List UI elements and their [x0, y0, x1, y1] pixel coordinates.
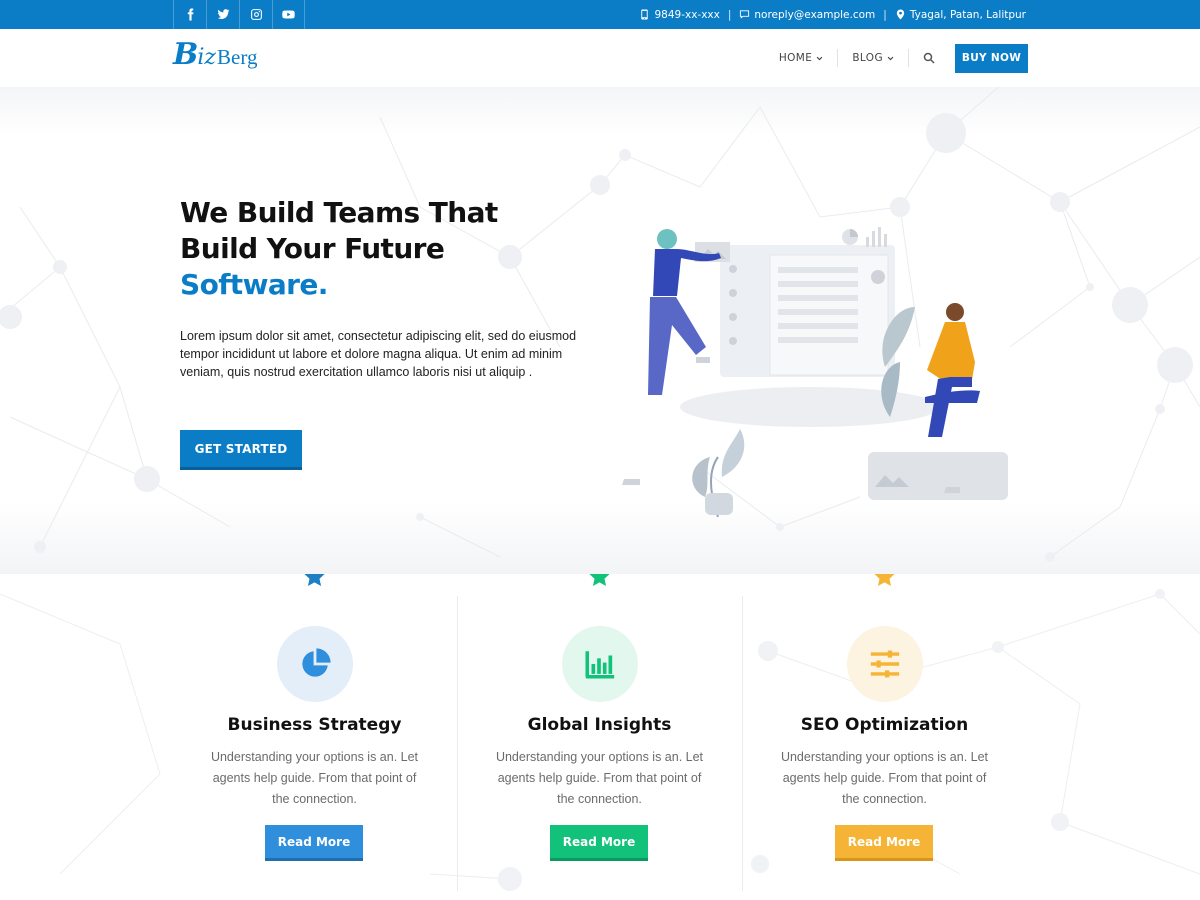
feature-icon-circle	[847, 626, 923, 702]
logo-script: iz	[197, 45, 216, 70]
chevron-down-icon	[887, 56, 894, 60]
location-text: Tyagal, Patan, Lalitpur	[909, 8, 1026, 21]
feature-icon-circle	[277, 626, 353, 702]
separator: |	[727, 8, 732, 21]
bar-chart-icon	[585, 651, 615, 679]
main-navigation: HOME BLOG BUY NOW	[765, 43, 1028, 73]
hero-title-line: We Build Teams That	[180, 196, 498, 229]
feature-title: SEO Optimization	[800, 715, 969, 735]
hero-heading: We Build Teams That Build Your Future So…	[180, 195, 580, 303]
map-pin-icon	[896, 9, 904, 20]
nav-blog-label: BLOG	[852, 52, 883, 64]
chevron-down-icon	[816, 56, 823, 60]
sliders-icon	[870, 650, 900, 678]
nav-item-home[interactable]: HOME	[765, 48, 837, 68]
hero-title-accent: Software.	[180, 268, 328, 301]
social-links	[173, 0, 305, 29]
buy-now-button[interactable]: BUY NOW	[955, 43, 1028, 73]
read-more-button[interactable]: Read More	[550, 825, 648, 861]
phone-number: 9849-xx-xxx	[654, 8, 720, 21]
hero-description: Lorem ipsum dolor sit amet, consectetur …	[180, 329, 577, 379]
features-section: Business Strategy Understanding your opt…	[0, 574, 1200, 900]
star-icon	[304, 574, 325, 586]
mobile-phone-icon	[641, 9, 649, 20]
search-icon	[923, 52, 935, 64]
feature-card: SEO Optimization Understanding your opti…	[742, 574, 1027, 900]
youtube-link[interactable]	[272, 0, 305, 29]
logo-word: Berg	[217, 45, 258, 69]
contact-info: 9849-xx-xxx | noreply@example.com | Tyag…	[639, 0, 1026, 29]
read-more-button[interactable]: Read More	[265, 825, 363, 861]
site-logo[interactable]: B iz Berg	[173, 37, 257, 72]
get-started-button[interactable]: GET STARTED	[180, 430, 302, 470]
pie-chart-icon	[302, 648, 331, 677]
facebook-link[interactable]	[173, 0, 206, 29]
location-info: Tyagal, Patan, Lalitpur	[895, 9, 1026, 21]
email-address: noreply@example.com	[754, 8, 876, 21]
top-bar: 9849-xx-xxx | noreply@example.com | Tyag…	[0, 0, 1200, 29]
star-icon	[589, 574, 610, 586]
separator: |	[883, 8, 887, 21]
phone-info: 9849-xx-xxx	[639, 8, 720, 21]
facebook-icon	[187, 8, 193, 21]
feature-description: Understanding your options is an. Let ag…	[210, 750, 419, 806]
team-illustration	[622, 227, 1008, 517]
feature-title: Business Strategy	[227, 715, 402, 735]
logo-letter: B	[173, 37, 199, 72]
instagram-icon	[250, 9, 262, 20]
twitter-icon	[217, 9, 229, 20]
feature-card: Business Strategy Understanding your opt…	[172, 574, 457, 900]
hero-title-line: Build Your Future	[180, 232, 445, 265]
nav-home-label: HOME	[778, 52, 813, 64]
feature-title: Global Insights	[527, 715, 672, 735]
twitter-link[interactable]	[206, 0, 239, 29]
message-icon	[740, 10, 750, 19]
feature-description: Understanding your options is an. Let ag…	[780, 750, 989, 806]
youtube-icon	[282, 10, 295, 19]
instagram-link[interactable]	[239, 0, 272, 29]
feature-card: Global Insights Understanding your optio…	[457, 574, 742, 900]
read-more-button[interactable]: Read More	[835, 825, 933, 861]
search-button[interactable]	[909, 52, 949, 64]
feature-description: Understanding your options is an. Let ag…	[495, 750, 704, 806]
feature-icon-circle	[562, 626, 638, 702]
nav-item-blog[interactable]: BLOG	[838, 48, 908, 68]
star-icon	[874, 574, 895, 586]
hero-section: We Build Teams That Build Your Future So…	[0, 87, 1200, 574]
email-info[interactable]: noreply@example.com	[739, 9, 875, 21]
site-header: B iz Berg HOME BLOG BUY NOW	[0, 29, 1200, 87]
